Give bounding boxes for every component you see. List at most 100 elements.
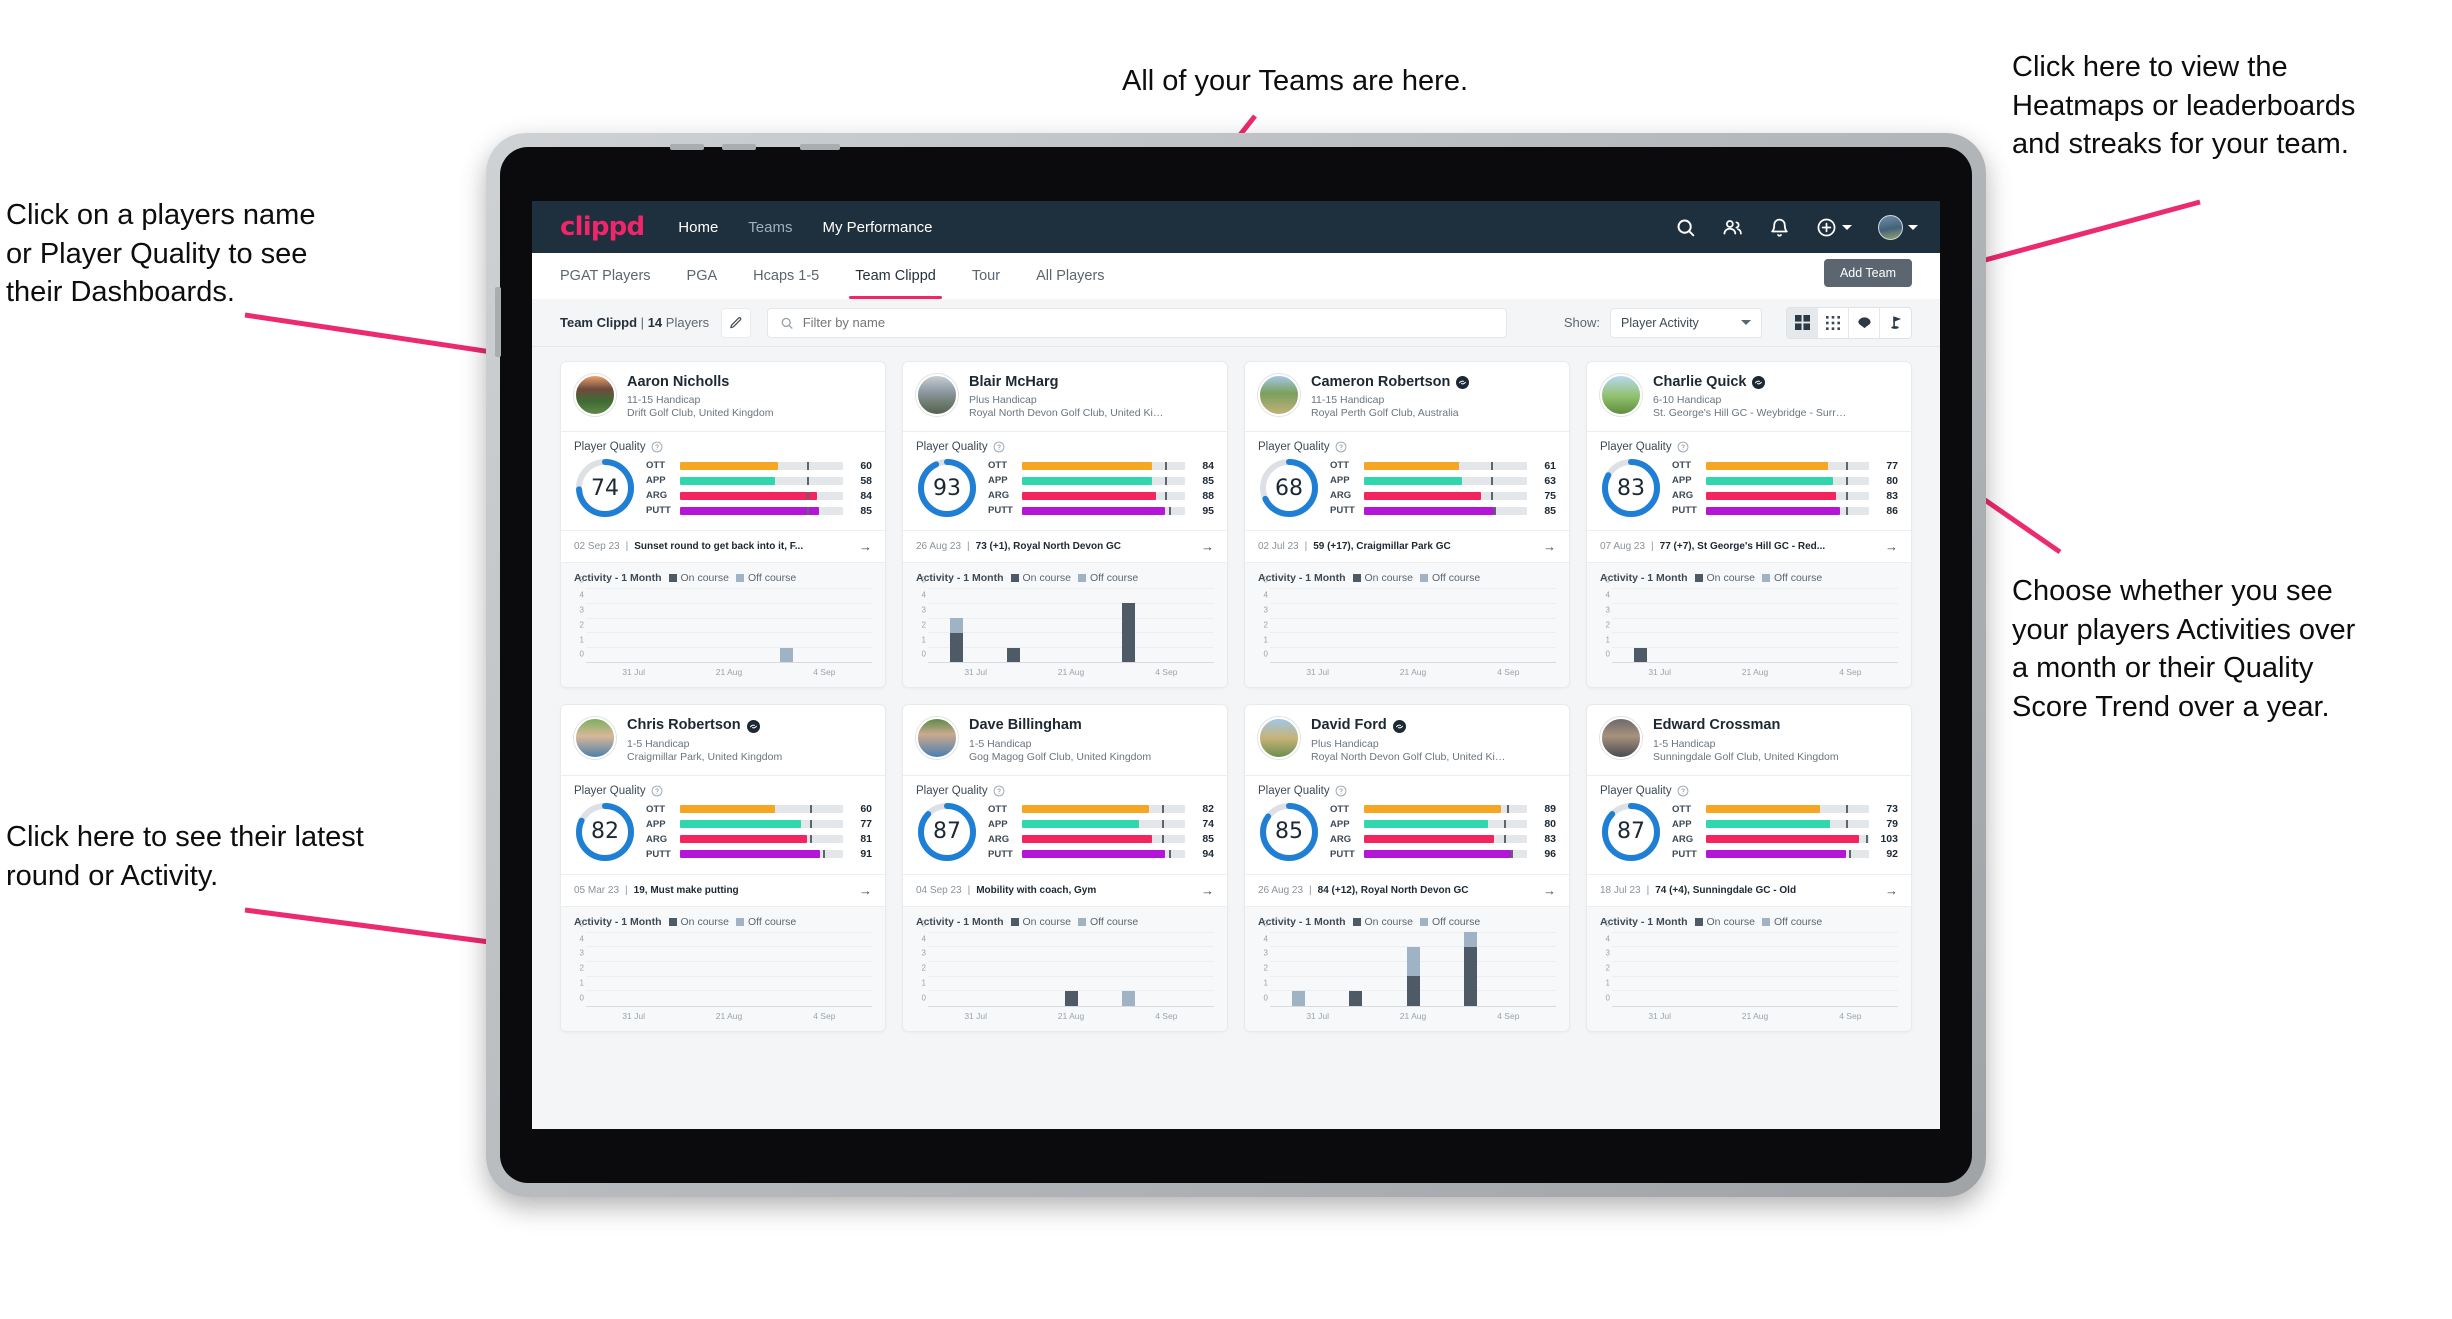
nav-link-home[interactable]: Home: [678, 219, 718, 236]
tab-pga[interactable]: PGA: [669, 253, 736, 299]
player-card[interactable]: Dave Billingham 1-5 Handicap Gog Magog Gol…: [902, 704, 1228, 1032]
player-quality-section[interactable]: Player Quality 87 OTT 82 APP 74 ARG 85 PUTT 94: [903, 776, 1227, 874]
x-tick-label: 21 Aug: [1399, 1010, 1427, 1021]
tab-tour[interactable]: Tour: [954, 253, 1018, 299]
people-icon[interactable]: [1722, 217, 1743, 238]
player-card-header[interactable]: Edward Crossman 1-5 Handicap Sunningdale G…: [1587, 705, 1911, 774]
arrow-right-icon[interactable]: →: [1201, 539, 1214, 554]
player-quality-section[interactable]: Player Quality 83 OTT 77 APP 80 ARG 83 PUTT 86: [1587, 432, 1911, 530]
metric-row: PUTT 85: [1330, 505, 1556, 517]
latest-activity-row[interactable]: 02 Jul 23 | 59 (+17), Craigmillar Park GC →: [1245, 530, 1569, 562]
player-name[interactable]: Dave Billingham: [969, 717, 1082, 734]
arrow-right-icon[interactable]: →: [1543, 539, 1556, 554]
latest-activity-row[interactable]: 18 Jul 23 | 74 (+4), Sunningdale GC - Old →: [1587, 873, 1911, 906]
bell-icon[interactable]: [1769, 217, 1790, 238]
search-input[interactable]: [802, 315, 1495, 330]
player-card-header[interactable]: David Ford Plus Handicap Royal North Devon…: [1245, 705, 1569, 774]
help-icon[interactable]: [1677, 441, 1689, 453]
nav-right-icons: [1675, 214, 1918, 240]
player-card-header[interactable]: Cameron Robertson 11-15 Handicap Royal Per…: [1245, 362, 1569, 431]
player-avatar[interactable]: [916, 374, 958, 416]
grid-large-view-button[interactable]: [1787, 307, 1818, 338]
arrow-right-icon[interactable]: →: [1885, 883, 1898, 898]
tab-all-players[interactable]: All Players: [1018, 253, 1123, 299]
latest-activity-row[interactable]: 05 Mar 23 | 19, Must make putting →: [561, 873, 885, 906]
player-card[interactable]: Chris Robertson 1-5 Handicap Craigmillar P…: [560, 704, 886, 1032]
player-name[interactable]: Charlie Quick: [1653, 374, 1746, 391]
latest-activity-row[interactable]: 02 Sep 23 | Sunset round to get back into …: [561, 530, 885, 562]
player-card[interactable]: Edward Crossman 1-5 Handicap Sunningdale G…: [1586, 704, 1912, 1032]
tab-pgat-players[interactable]: PGAT Players: [560, 253, 669, 299]
account-menu[interactable]: [1878, 214, 1918, 240]
latest-activity-row[interactable]: 26 Aug 23 | 73 (+1), Royal North Devon GC →: [903, 530, 1227, 562]
player-card-header[interactable]: Charlie Quick 6-10 Handicap St. George's H…: [1587, 362, 1911, 431]
help-icon[interactable]: [993, 785, 1005, 797]
avatar[interactable]: [1878, 214, 1903, 240]
player-avatar[interactable]: [1600, 717, 1642, 760]
player-avatar[interactable]: [574, 374, 616, 416]
grid-dense-view-button[interactable]: [1818, 307, 1849, 338]
search-container[interactable]: [767, 307, 1508, 338]
player-name[interactable]: Aaron Nicholls: [627, 374, 729, 391]
player-avatar[interactable]: [1600, 374, 1642, 416]
player-name[interactable]: Edward Crossman: [1653, 717, 1780, 734]
help-icon[interactable]: [651, 441, 663, 453]
arrow-right-icon[interactable]: →: [859, 539, 872, 554]
player-name[interactable]: David Ford: [1311, 717, 1387, 734]
help-icon[interactable]: [993, 441, 1005, 453]
arrow-right-icon[interactable]: →: [1543, 883, 1556, 898]
help-icon[interactable]: [1335, 785, 1347, 797]
golf-pin-view-button[interactable]: [1880, 307, 1911, 338]
player-avatar[interactable]: [574, 717, 616, 760]
view-mode-toggle: [1786, 306, 1912, 339]
help-icon[interactable]: [651, 785, 663, 797]
latest-activity-row[interactable]: 04 Sep 23 | Mobility with coach, Gym →: [903, 873, 1227, 906]
player-avatar[interactable]: [1258, 717, 1300, 760]
tab-hcaps-1-5[interactable]: Hcaps 1-5: [735, 253, 837, 299]
search-icon[interactable]: [1675, 217, 1696, 238]
help-icon[interactable]: [1677, 785, 1689, 797]
metric-row: APP 77: [646, 818, 872, 830]
player-quality-section[interactable]: Player Quality 93 OTT 84 APP 85 ARG 88 PUTT 95: [903, 432, 1227, 530]
chart-bar: [1406, 946, 1420, 1006]
chart-bar: [1463, 931, 1477, 1006]
show-select[interactable]: Player Activity: [1610, 307, 1762, 338]
nav-link-my-performance[interactable]: My Performance: [822, 219, 932, 236]
latest-activity-row[interactable]: 26 Aug 23 | 84 (+12), Royal North Devon GC…: [1245, 873, 1569, 906]
player-card[interactable]: Aaron Nicholls 11-15 Handicap Drift Golf C…: [560, 361, 886, 689]
player-name[interactable]: Chris Robertson: [627, 717, 741, 734]
plus-circle-icon[interactable]: [1816, 217, 1837, 238]
player-avatar[interactable]: [1258, 374, 1300, 416]
player-quality-section[interactable]: Player Quality 74 OTT 60 APP 58 ARG 84 PUTT 85: [561, 432, 885, 530]
help-icon[interactable]: [1335, 441, 1347, 453]
player-avatar[interactable]: [916, 717, 958, 760]
player-card[interactable]: Charlie Quick 6-10 Handicap St. George's H…: [1586, 361, 1912, 689]
nav-link-teams[interactable]: Teams: [748, 219, 792, 236]
arrow-right-icon[interactable]: →: [1885, 539, 1898, 554]
arrow-right-icon[interactable]: →: [1201, 883, 1214, 898]
player-quality-section[interactable]: Player Quality 87 OTT 73 APP 79 ARG 103 PUTT 92: [1587, 776, 1911, 874]
player-quality-section[interactable]: Player Quality 85 OTT 89 APP 80 ARG 83 PUTT 96: [1245, 776, 1569, 874]
create-menu[interactable]: [1816, 217, 1852, 238]
player-card-header[interactable]: Blair McHarg Plus Handicap Royal North Dev…: [903, 362, 1227, 431]
player-card-header[interactable]: Aaron Nicholls 11-15 Handicap Drift Golf C…: [561, 362, 885, 431]
arrow-right-icon[interactable]: →: [859, 883, 872, 898]
player-quality-section[interactable]: Player Quality 68 OTT 61 APP 63 ARG 75 PUTT 85: [1245, 432, 1569, 530]
x-tick-label: 4 Sep: [1497, 667, 1520, 678]
y-axis: 012345: [1605, 919, 1610, 1003]
player-quality-section[interactable]: Player Quality 82 OTT 60 APP 77 ARG 81 PUTT 91: [561, 776, 885, 874]
player-card[interactable]: David Ford Plus Handicap Royal North Devon…: [1244, 704, 1570, 1032]
player-card-header[interactable]: Dave Billingham 1-5 Handicap Gog Magog Gol…: [903, 705, 1227, 774]
heatmap-view-button[interactable]: [1849, 307, 1880, 338]
player-name[interactable]: Blair McHarg: [969, 374, 1058, 391]
player-card[interactable]: Blair McHarg Plus Handicap Royal North Dev…: [902, 361, 1228, 689]
player-card-header[interactable]: Chris Robertson 1-5 Handicap Craigmillar P…: [561, 705, 885, 774]
edit-team-button[interactable]: [721, 307, 752, 338]
player-name[interactable]: Cameron Robertson: [1311, 374, 1450, 391]
player-card[interactable]: Cameron Robertson 11-15 Handicap Royal Per…: [1244, 361, 1570, 689]
tab-team-clippd[interactable]: Team Clippd: [837, 253, 954, 299]
clippd-logo[interactable]: clippd: [560, 212, 645, 242]
latest-activity-row[interactable]: 07 Aug 23 | 77 (+7), St George's Hill GC -…: [1587, 530, 1911, 562]
activity-bar-chart: 012345: [574, 576, 872, 664]
add-team-button[interactable]: Add Team: [1823, 259, 1912, 287]
